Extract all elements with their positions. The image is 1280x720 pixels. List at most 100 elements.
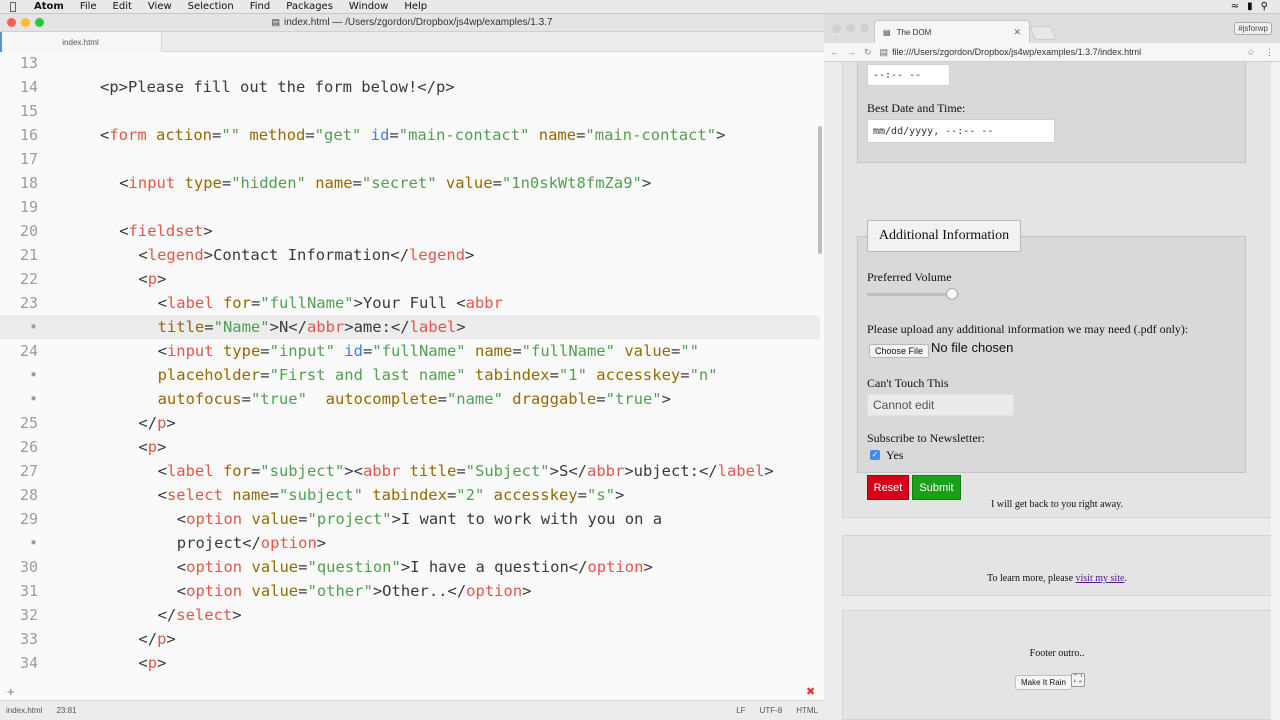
error-icon[interactable]: ✖ [806, 685, 815, 698]
reload-icon[interactable]: ↻ [864, 47, 872, 58]
menu-help[interactable]: Help [396, 1, 435, 12]
code-line[interactable]: 33 </p> [0, 627, 820, 651]
code-line[interactable]: • placeholder="First and last name" tabin… [0, 363, 820, 387]
code-token: "true" [605, 390, 662, 408]
line-number: • [28, 318, 38, 336]
maximize-icon[interactable] [35, 18, 44, 27]
maximize-icon[interactable] [860, 24, 869, 33]
close-tab-icon[interactable]: ✕ [1013, 27, 1021, 38]
code-token: >ubject:</ [624, 462, 718, 480]
visit-site-link[interactable]: visit my site [1076, 573, 1125, 584]
minimize-icon[interactable] [21, 18, 30, 27]
choose-file-button[interactable]: Choose File [869, 344, 930, 358]
status-grammar[interactable]: HTML [796, 706, 818, 715]
address-bar[interactable]: ▤ file:///Users/zgordon/Dropbox/js4wp/exa… [880, 47, 1239, 58]
newsletter-checkbox[interactable]: ✓ [870, 450, 880, 460]
apple-icon[interactable]:  [0, 0, 26, 13]
minimize-icon[interactable] [846, 24, 855, 33]
volume-slider-thumb[interactable] [945, 288, 958, 300]
code-line[interactable]: 21 <legend>Contact Information</legend> [0, 243, 820, 267]
code-token: = [221, 174, 232, 192]
line-number: 15 [19, 102, 38, 120]
code-token: option [466, 582, 523, 600]
code-line[interactable]: 27 <label for="subject"><abbr title="Subj… [0, 459, 820, 483]
code-token: = [549, 366, 559, 384]
code-line[interactable]: 17 [0, 147, 820, 171]
code-line[interactable]: 15 [0, 99, 820, 123]
page-scrollbar[interactable] [1271, 62, 1280, 720]
star-icon[interactable]: ☆ [1247, 47, 1255, 58]
editor-scrollbar[interactable] [818, 126, 822, 254]
editor-tab-index[interactable]: index.html [0, 32, 162, 52]
code-line[interactable]: 16 <form action="" method="get" id="main-… [0, 123, 820, 147]
menu-app[interactable]: Atom [26, 1, 72, 12]
code-token: </p> [417, 78, 455, 96]
code-editor[interactable]: 13 14 <p>Please fill out the form below!</… [0, 52, 824, 697]
time-input[interactable]: --:-- -- [867, 64, 950, 86]
code-token: "true" [250, 390, 307, 408]
battery-icon[interactable]: ▮ [1247, 1, 1253, 12]
status-file[interactable]: index.html [6, 706, 42, 715]
code-token: fieldset [128, 222, 204, 240]
menu-find[interactable]: Find [242, 1, 279, 12]
code-line[interactable]: 26 <p> [0, 435, 820, 459]
menu-view[interactable]: View [140, 1, 180, 12]
code-token: "Name" [213, 318, 270, 336]
menu-edit[interactable]: Edit [105, 1, 140, 12]
back-icon[interactable]: ← [830, 47, 839, 57]
search-icon[interactable]: ⚲ [1261, 1, 1268, 12]
code-line[interactable]: 34 <p> [0, 651, 820, 675]
code-token: = [671, 342, 681, 360]
code-line[interactable]: 18 <input type="hidden" name="secret" val… [0, 171, 820, 195]
code-line[interactable]: 32 </select> [0, 603, 820, 627]
code-token: > [157, 654, 167, 672]
code-line[interactable]: 22 <p> [0, 267, 820, 291]
profile-badge[interactable]: #jsforwp [1234, 22, 1272, 35]
submit-button[interactable]: Submit [912, 475, 961, 500]
menu-window[interactable]: Window [341, 1, 396, 12]
status-eol[interactable]: LF [736, 706, 745, 715]
code-line[interactable]: 25 </p> [0, 411, 820, 435]
code-line[interactable]: 24 <input type="input" id="fullName" name… [0, 339, 820, 363]
status-position[interactable]: 23:81 [56, 706, 76, 715]
atom-window: ▤ index.html — /Users/zgordon/Dropbox/js… [0, 14, 824, 720]
browser-tab[interactable]: ▤ The DOM ✕ [874, 20, 1030, 43]
code-token: abbr [465, 294, 503, 312]
code-line[interactable]: 14 <p>Please fill out the form below!</p> [0, 75, 820, 99]
code-line[interactable]: • project</option> [0, 531, 820, 555]
make-it-rain-button[interactable]: Make It Rain [1015, 675, 1072, 690]
menu-packages[interactable]: Packages [278, 1, 341, 12]
code-token: > [166, 414, 176, 432]
close-icon[interactable] [832, 24, 841, 33]
code-line[interactable]: 13 [0, 52, 820, 75]
code-token: = [512, 342, 522, 360]
code-token: = [212, 126, 222, 144]
code-token: label [166, 294, 214, 312]
code-line[interactable]: • title="Name">N</abbr>ame:</label> [0, 315, 820, 339]
code-line[interactable]: 31 <option value="other">Other..</option> [0, 579, 820, 603]
code-token: > [661, 390, 671, 408]
close-icon[interactable] [7, 18, 16, 27]
menu-file[interactable]: File [72, 1, 105, 12]
status-encoding[interactable]: UTF-8 [760, 706, 783, 715]
new-tab-button[interactable] [1029, 26, 1057, 40]
code-line[interactable]: 29 <option value="project">I want to work… [0, 507, 820, 531]
wifi-icon[interactable]: ≈ [1231, 1, 1239, 12]
add-icon[interactable]: + [7, 684, 15, 699]
code-line[interactable]: 19 [0, 195, 820, 219]
code-token: < [157, 342, 167, 360]
code-line[interactable]: 28 <select name="subject" tabindex="2" ac… [0, 483, 820, 507]
reset-button[interactable]: Reset [867, 475, 909, 500]
code-line[interactable]: 23 <label for="fullName">Your Full <abbr [0, 291, 820, 315]
code-token: </ [138, 630, 158, 648]
code-line[interactable]: 30 <option value="question">I have a ques… [0, 555, 820, 579]
code-line[interactable]: 20 <fieldset> [0, 219, 820, 243]
code-line[interactable]: • autofocus="true" autocomplete="name" dr… [0, 387, 820, 411]
forward-icon[interactable]: → [847, 47, 856, 57]
menu-icon[interactable]: ⋮ [1265, 47, 1274, 58]
datetime-input[interactable]: mm/dd/yyyy, --:-- -- [867, 119, 1055, 143]
fullscreen-icon[interactable]: ⛶ [1071, 673, 1085, 687]
menu-selection[interactable]: Selection [180, 1, 242, 12]
